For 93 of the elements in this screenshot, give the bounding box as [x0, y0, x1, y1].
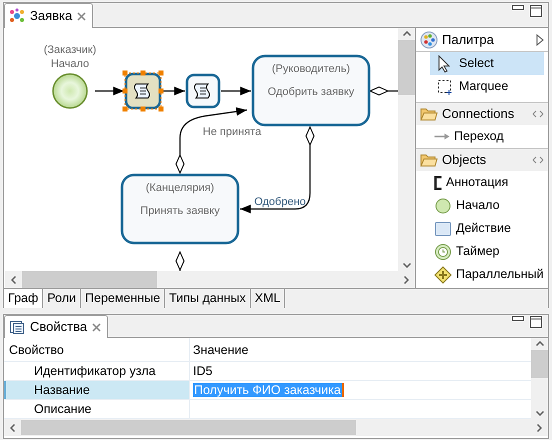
folder-icon: [420, 106, 438, 122]
item-label: Аннотация: [446, 174, 508, 192]
item-label: Начало: [456, 197, 500, 214]
rectangle-icon: [434, 220, 452, 238]
maximize-icon[interactable]: [530, 316, 542, 328]
transition-label: Одобрено: [254, 196, 306, 208]
arrow-icon: [434, 133, 450, 140]
clock-icon: [434, 242, 452, 260]
property-name[interactable]: Идентификатор узла: [4, 362, 190, 380]
bracket-icon: [434, 176, 442, 190]
horizontal-scrollbar[interactable]: [5, 271, 415, 288]
minimize-icon[interactable]: [512, 5, 524, 11]
marquee-icon: [436, 78, 454, 96]
collapse-icon: [536, 34, 544, 46]
palette-item[interactable]: Аннотация: [428, 171, 548, 194]
close-icon[interactable]: [77, 12, 86, 20]
node-label: Одобрить заявку: [268, 86, 354, 98]
scroll-up-icon[interactable]: [402, 31, 410, 36]
pin-icon: [532, 110, 544, 118]
editor-page-tab[interactable]: Роли: [43, 289, 82, 308]
palette-item[interactable]: Таймер: [428, 240, 548, 263]
scroll-right-icon[interactable]: [404, 276, 409, 284]
close-icon[interactable]: [92, 322, 102, 332]
connector-line: [175, 154, 185, 174]
folder-icon: [420, 152, 438, 168]
scroll-left-icon[interactable]: [11, 276, 16, 284]
node-label: Начало: [50, 58, 90, 70]
drawer-header[interactable]: Connections: [416, 102, 548, 125]
scroll-thumb[interactable]: [22, 271, 157, 288]
scroll-thumb[interactable]: [531, 350, 548, 378]
item-label: Таймер: [456, 243, 500, 260]
task-node[interactable]: [252, 54, 370, 126]
role-label: (Канцелярия): [146, 182, 214, 194]
scroll-up-icon[interactable]: [536, 341, 544, 346]
property-name[interactable]: Название: [4, 381, 190, 399]
palette-title: Палитра: [442, 30, 495, 49]
property-value: ID5: [193, 364, 212, 378]
editor-tab[interactable]: Заявка: [4, 3, 94, 28]
scroll-right-icon[interactable]: [537, 424, 542, 432]
connector-arrow: [240, 145, 311, 214]
connector-arrow: [162, 86, 185, 96]
role-label: (Руководитель): [272, 63, 350, 75]
scroll-left-icon[interactable]: [10, 424, 15, 432]
column-header: Свойство: [4, 338, 190, 361]
property-name[interactable]: Описание: [4, 400, 190, 418]
minimize-icon[interactable]: [512, 316, 524, 322]
connector-line: [305, 126, 315, 146]
palette-item[interactable]: Начало: [428, 194, 548, 217]
palette-item[interactable]: Переход: [428, 125, 548, 148]
properties-tab[interactable]: Свойства: [4, 315, 108, 338]
scroll-down-icon[interactable]: [402, 263, 410, 268]
process-icon: [9, 8, 25, 24]
scroll-thumb[interactable]: [21, 420, 356, 435]
connector-arrow: [95, 86, 124, 96]
item-label: Переход: [454, 128, 504, 146]
horizontal-scrollbar[interactable]: [4, 419, 548, 436]
tab-title: Свойства: [30, 318, 88, 336]
scroll-thumb[interactable]: [398, 40, 415, 95]
editor-page-tab[interactable]: Граф: [4, 289, 44, 308]
palette-icon: [420, 30, 438, 48]
connector-line: [175, 250, 185, 271]
palette-tool[interactable]: Select: [430, 52, 544, 75]
tab-title: Заявка: [30, 7, 72, 26]
script-task-node[interactable]: [186, 74, 220, 108]
drawer-header[interactable]: Objects: [416, 148, 548, 171]
item-label: Действие: [456, 220, 511, 238]
start-event-circle[interactable]: [52, 73, 88, 109]
maximize-icon[interactable]: [530, 5, 542, 17]
connector-arrow: [221, 86, 251, 96]
column-header: Значение: [192, 342, 250, 359]
connector-line: [368, 86, 398, 96]
editor-page-tab[interactable]: Типы данных: [165, 289, 251, 308]
scroll-down-icon[interactable]: [536, 411, 544, 416]
drawer-title: Objects: [442, 151, 488, 170]
editor-page-tab[interactable]: Переменные: [81, 289, 166, 308]
drawer-title: Connections: [442, 105, 516, 124]
circle-icon: [434, 196, 452, 214]
diamond-icon: [434, 266, 452, 284]
vertical-scrollbar[interactable]: [531, 338, 548, 419]
role-label: (Заказчик): [44, 44, 96, 56]
item-label: Параллельный: [456, 266, 544, 284]
pin-icon: [532, 156, 544, 164]
transition-label: Не принята: [202, 126, 262, 138]
properties-icon: [9, 319, 25, 335]
tool-label: Select: [459, 55, 494, 72]
palette-item[interactable]: Параллельный: [428, 263, 548, 286]
tool-label: Marquee: [459, 78, 508, 96]
editor-page-tab[interactable]: XML: [250, 289, 286, 308]
node-label: Принять заявку: [140, 205, 220, 217]
palette-item[interactable]: Действие: [428, 217, 548, 240]
palette-tool[interactable]: Marquee: [430, 75, 544, 98]
vertical-scrollbar[interactable]: [398, 28, 415, 271]
task-node[interactable]: [120, 174, 240, 244]
